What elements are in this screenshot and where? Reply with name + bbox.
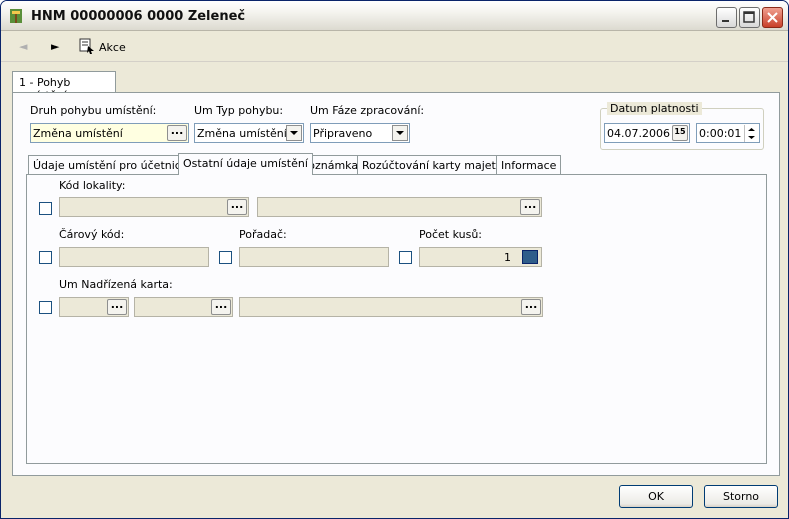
druh-lookup-button[interactable]: ...	[167, 125, 187, 141]
chevron-down-icon	[396, 131, 404, 135]
faze-value: Připraveno	[313, 127, 373, 140]
back-button[interactable]: ◄	[19, 40, 27, 53]
toolbar: ◄ ► Akce	[1, 32, 788, 62]
kod-lokality-checkbox[interactable]	[39, 202, 52, 215]
minimize-icon	[722, 20, 729, 22]
typ-dropdown-button[interactable]	[286, 125, 302, 141]
nadrizena-karta-lookup-3[interactable]: ...	[521, 299, 541, 315]
tab-pohyb-umisteni[interactable]: 1 - Pohyb umístění	[12, 71, 116, 102]
time-value: 0:00:01	[699, 127, 742, 140]
maximize-icon	[743, 11, 755, 23]
poradac-input[interactable]	[239, 247, 389, 267]
nadrizena-karta-input-2[interactable]: ...	[134, 297, 233, 317]
ok-button[interactable]: OK	[619, 485, 693, 508]
kod-lokality-name-lookup-button[interactable]: ...	[520, 199, 540, 215]
minimize-button[interactable]	[716, 7, 737, 28]
kod-lokality-lookup-button[interactable]: ...	[227, 199, 247, 215]
faze-select[interactable]: Připraveno	[310, 123, 410, 143]
dialog-window: HNM 00000006 0000 Zeleneč ◄ ► Akce 1 - P…	[0, 0, 789, 519]
druh-input[interactable]: Změna umístění ...	[30, 123, 189, 143]
pocet-kusu-label: Počet kusů:	[419, 228, 483, 241]
akce-button[interactable]: Akce	[99, 41, 126, 54]
nadrizena-karta-checkbox[interactable]	[39, 301, 52, 314]
carovy-kod-input[interactable]	[59, 247, 209, 267]
typ-label: Um Typ pohybu:	[194, 104, 284, 117]
chevron-down-icon	[290, 131, 298, 135]
nadrizena-karta-lookup-2[interactable]: ...	[211, 299, 231, 315]
nadrizena-karta-input-3[interactable]: ...	[239, 297, 543, 317]
poradac-checkbox[interactable]	[219, 251, 232, 264]
nadrizena-karta-input-1[interactable]: ...	[59, 297, 129, 317]
kod-lokality-label: Kód lokality:	[59, 179, 126, 192]
faze-label: Um Fáze zpracování:	[310, 104, 425, 117]
poradac-label: Pořadač:	[239, 228, 287, 241]
nadrizena-karta-label: Um Nadřízená karta:	[59, 278, 173, 291]
app-icon	[10, 9, 22, 23]
pocet-kusu-value: 1	[504, 251, 511, 264]
close-button[interactable]	[762, 7, 783, 28]
carovy-kod-label: Čárový kód:	[59, 228, 125, 241]
nadrizena-karta-lookup-1[interactable]: ...	[107, 299, 127, 315]
inner-panel	[26, 174, 767, 464]
close-icon	[767, 12, 778, 23]
pocet-kusu-input[interactable]: 1	[419, 247, 542, 267]
datum-value: 04.07.2006	[607, 127, 670, 140]
storno-button[interactable]: Storno	[704, 485, 778, 508]
druh-label: Druh pohybu umístění:	[30, 104, 157, 117]
kod-lokality-input[interactable]: ...	[59, 197, 249, 217]
tab-udaje-ucetnictvi[interactable]: Údaje umístění pro účetnictví	[28, 155, 200, 175]
calendar-icon[interactable]: 15	[672, 125, 688, 141]
time-input[interactable]: 0:00:01	[696, 123, 760, 143]
typ-select[interactable]: Změna umístění	[194, 123, 304, 143]
action-icon[interactable]	[79, 38, 95, 54]
forward-button[interactable]: ►	[51, 40, 59, 53]
typ-value: Změna umístění	[197, 127, 287, 140]
tab-ostatni-udaje[interactable]: Ostatní údaje umístění	[178, 153, 313, 175]
spinner-arrows-icon	[748, 128, 755, 139]
datum-input[interactable]: 04.07.2006 15	[604, 123, 690, 143]
carovy-kod-checkbox[interactable]	[39, 251, 52, 264]
title-bar[interactable]: HNM 00000006 0000 Zeleneč	[1, 1, 788, 31]
window-title: HNM 00000006 0000 Zeleneč	[31, 9, 246, 24]
maximize-button[interactable]	[739, 7, 760, 28]
time-spinner[interactable]	[744, 125, 758, 142]
faze-dropdown-button[interactable]	[392, 125, 408, 141]
tab-rozuctovani[interactable]: Rozúčtování karty majetku	[357, 155, 514, 175]
tab-informace[interactable]: Informace	[496, 155, 562, 175]
pocet-kusu-checkbox[interactable]	[399, 251, 412, 264]
datum-group-label: Datum platnosti	[607, 102, 702, 115]
kod-lokality-name-input[interactable]: ...	[257, 197, 542, 217]
druh-value: Změna umístění	[33, 127, 123, 140]
calculator-icon[interactable]	[522, 250, 538, 264]
